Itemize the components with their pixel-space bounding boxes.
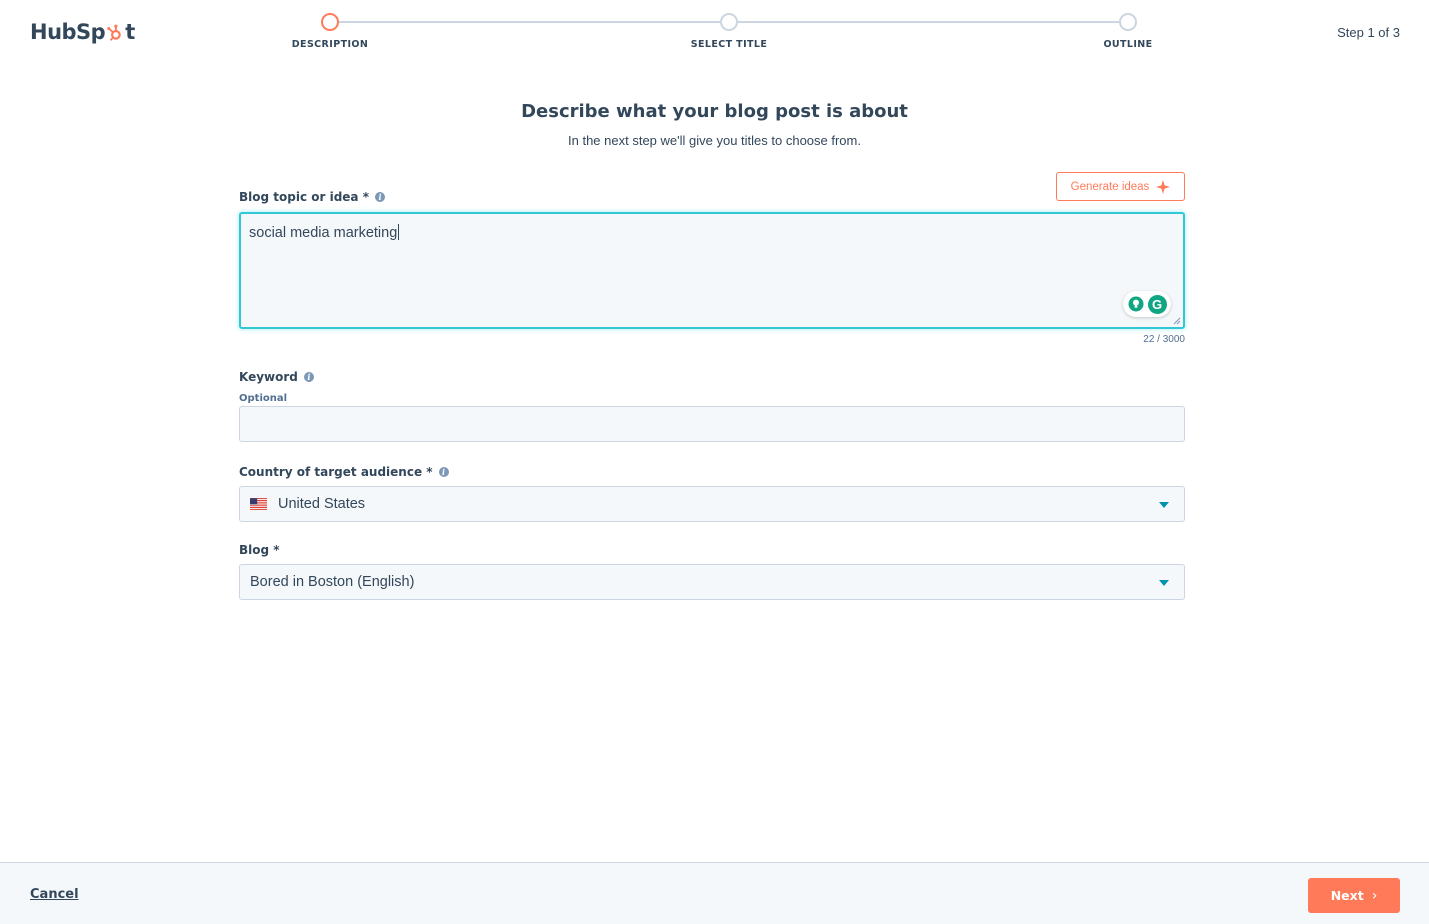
topic-textarea-value: social media marketing [249, 224, 400, 241]
step-circle-icon [1119, 13, 1137, 31]
chevron-right-icon: › [1371, 887, 1378, 904]
country-label: Country of target audience * i [239, 465, 449, 479]
country-select[interactable]: United States [239, 486, 1185, 522]
footer-bar: Cancel Next › [0, 862, 1429, 924]
step-circle-icon [720, 13, 738, 31]
next-button[interactable]: Next › [1308, 878, 1400, 913]
step-circle-icon [321, 13, 339, 31]
step-outline: OUTLINE [1048, 12, 1208, 50]
progress-stepper: DESCRIPTION SELECT TITLE OUTLINE [292, 12, 1152, 52]
step-counter: Step 1 of 3 [1337, 25, 1400, 40]
info-icon[interactable]: i [303, 372, 314, 382]
topic-label: Blog topic or idea * i [239, 190, 385, 204]
caret-down-icon [1159, 580, 1169, 586]
character-counter: 22 / 3000 [1143, 334, 1185, 345]
generate-ideas-button[interactable]: Generate ideas [1056, 172, 1185, 201]
step-description: DESCRIPTION [250, 12, 410, 50]
blog-label: Blog * [239, 543, 280, 557]
grammarly-widget[interactable]: G [1123, 291, 1171, 317]
keyword-label: Keyword i [239, 370, 314, 384]
info-icon[interactable]: i [374, 192, 385, 202]
text-cursor [398, 224, 400, 240]
sparkle-icon [1156, 179, 1171, 194]
page-title: Describe what your blog post is about [521, 101, 908, 122]
us-flag-icon [250, 498, 267, 510]
cancel-link[interactable]: Cancel [30, 887, 79, 902]
page-subtitle: In the next step we'll give you titles t… [568, 133, 861, 148]
caret-down-icon [1159, 502, 1169, 508]
topic-textarea[interactable]: social media marketing G [239, 212, 1185, 329]
hubspot-logo[interactable]: HubSp t [30, 18, 135, 46]
keyword-optional-hint: Optional [239, 393, 288, 404]
logo-wordmark: HubSp t [30, 20, 135, 44]
sprocket-icon [107, 24, 121, 41]
info-icon[interactable]: i [438, 467, 449, 477]
lightbulb-icon[interactable] [1128, 296, 1144, 312]
blog-select[interactable]: Bored in Boston (English) [239, 564, 1185, 600]
resize-handle-icon[interactable] [1173, 317, 1181, 325]
step-select-title: SELECT TITLE [649, 12, 809, 50]
grammarly-icon[interactable]: G [1147, 294, 1167, 314]
keyword-input[interactable] [239, 406, 1185, 442]
